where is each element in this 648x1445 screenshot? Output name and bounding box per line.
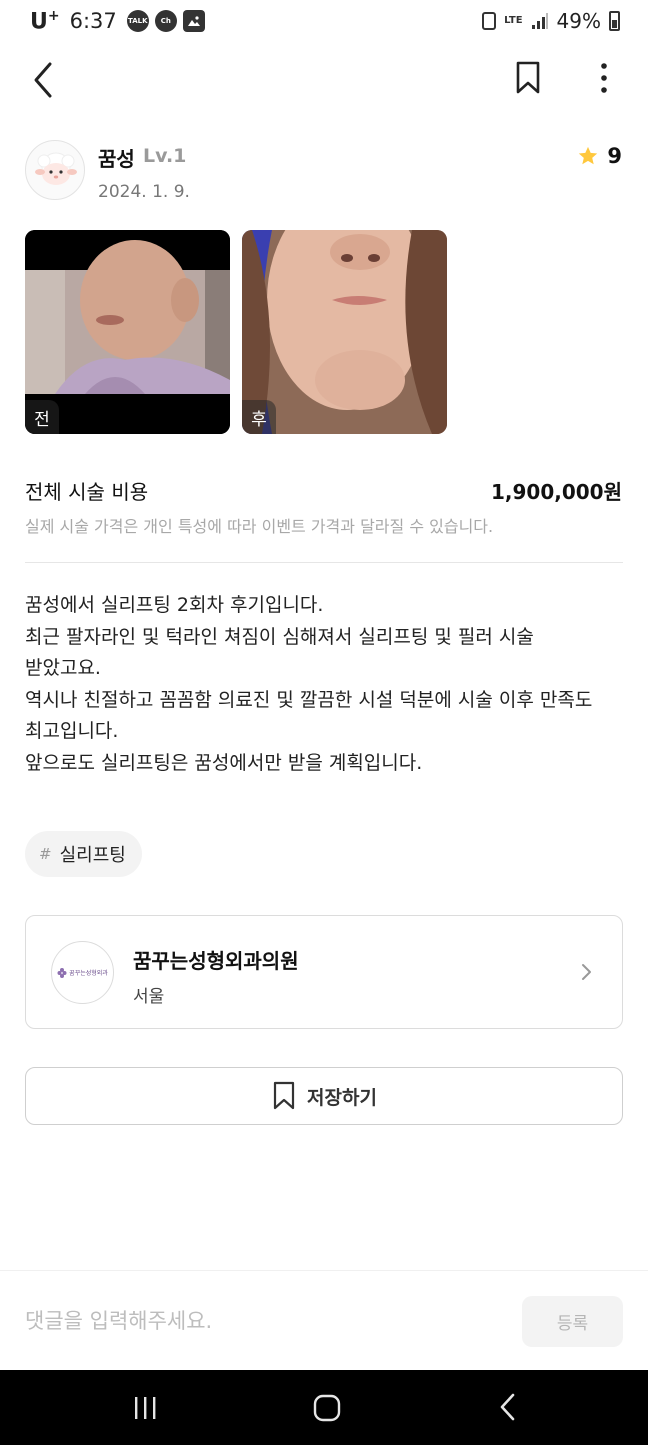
sheep-avatar-icon xyxy=(35,152,77,185)
network-type: LTE xyxy=(504,15,523,26)
back-arrow-icon xyxy=(34,62,52,98)
bookmark-icon xyxy=(516,61,540,94)
bookmark-button[interactable] xyxy=(508,58,548,98)
battery-percent: 49% xyxy=(556,9,601,33)
author-level: Lv.1 xyxy=(143,145,187,167)
hospital-name: 꿈꾸는성형외과의원 xyxy=(133,949,299,973)
review-line: 꿈성에서 실리프팅 2회차 후기입니다. xyxy=(25,594,324,616)
gallery-notification-icon xyxy=(182,10,205,33)
total-cost-value: 1,900,000원 xyxy=(490,480,622,504)
nav-back-icon[interactable] xyxy=(494,1392,524,1422)
hashtag-chip[interactable]: # 실리프팅 xyxy=(25,831,142,877)
after-label: 후 xyxy=(242,400,276,434)
post-date: 2024. 1. 9. xyxy=(98,182,190,202)
author-avatar[interactable] xyxy=(25,140,85,200)
status-bar-left: U+ 6:37 TALK Ch xyxy=(30,8,205,34)
bookmark-icon xyxy=(273,1081,295,1110)
review-line: 받았고요. xyxy=(25,657,101,679)
channel-notification-icon: Ch xyxy=(154,10,177,33)
star-icon xyxy=(579,146,598,165)
save-button-label: 저장하기 xyxy=(307,1086,377,1109)
nav-recents-icon[interactable] xyxy=(130,1394,160,1422)
hospital-logo-text: 꿈꾸는성형외과 xyxy=(69,970,108,977)
carrier-label: U+ xyxy=(30,8,60,35)
before-photo[interactable]: 전 xyxy=(25,230,230,434)
divider xyxy=(25,562,623,563)
hashtag-icon: # xyxy=(39,845,52,863)
save-button[interactable]: 저장하기 xyxy=(25,1067,623,1125)
kakaotalk-notification-icon: TALK xyxy=(126,10,149,33)
rating: 9 xyxy=(577,144,622,168)
review-line: 역시나 친절하고 꼼꼼함 의료진 및 깔끔한 시설 덕분에 시술 이후 만족도 xyxy=(25,688,593,711)
flower-logo-icon xyxy=(57,967,67,978)
review-line: 앞으로도 실리프팅은 꿈성에서만 받을 계획입니다. xyxy=(25,751,423,774)
status-bar: U+ 6:37 TALK Ch LTE 49% xyxy=(0,0,648,44)
system-navigation-bar xyxy=(0,1370,648,1445)
hospital-card[interactable]: 꿈꾸는성형외과 꿈꾸는성형외과의원 서울 xyxy=(25,915,623,1029)
hospital-logo: 꿈꾸는성형외과 xyxy=(51,941,114,1004)
review-body: 꿈성에서 실리프팅 2회차 후기입니다. 최근 팔자라인 및 턱라인 쳐짐이 심… xyxy=(25,590,625,779)
before-label: 전 xyxy=(25,400,59,434)
comment-input[interactable] xyxy=(25,1301,495,1341)
nav-home-icon[interactable] xyxy=(312,1393,342,1423)
total-cost-label: 전체 시술 비용 xyxy=(25,480,149,504)
review-line: 최근 팔자라인 및 턱라인 쳐짐이 심해져서 실리프팅 및 필러 시술 xyxy=(25,625,534,648)
data-saver-icon xyxy=(482,12,497,30)
comment-submit-button[interactable]: 등록 xyxy=(522,1296,623,1347)
clock: 6:37 xyxy=(69,9,117,34)
hashtag-label: 실리프팅 xyxy=(59,845,126,866)
more-vertical-icon xyxy=(601,63,607,93)
comment-bar: 등록 xyxy=(0,1270,648,1370)
top-navigation xyxy=(0,50,648,106)
author-name[interactable]: 꿈성 xyxy=(98,143,135,172)
chevron-right-icon xyxy=(582,964,591,980)
back-button[interactable] xyxy=(26,56,66,100)
hospital-region: 서울 xyxy=(133,987,165,1007)
battery-icon xyxy=(609,11,620,31)
signal-icon xyxy=(531,13,548,29)
rating-value: 9 xyxy=(607,144,622,168)
status-bar-right: LTE 49% xyxy=(482,9,620,33)
more-options-button[interactable] xyxy=(588,58,620,98)
cost-disclaimer: 실제 시술 가격은 개인 특성에 따라 이벤트 가격과 달라질 수 있습니다. xyxy=(25,517,494,536)
review-line: 최고입니다. xyxy=(25,720,119,742)
after-photo[interactable]: 후 xyxy=(242,230,447,434)
